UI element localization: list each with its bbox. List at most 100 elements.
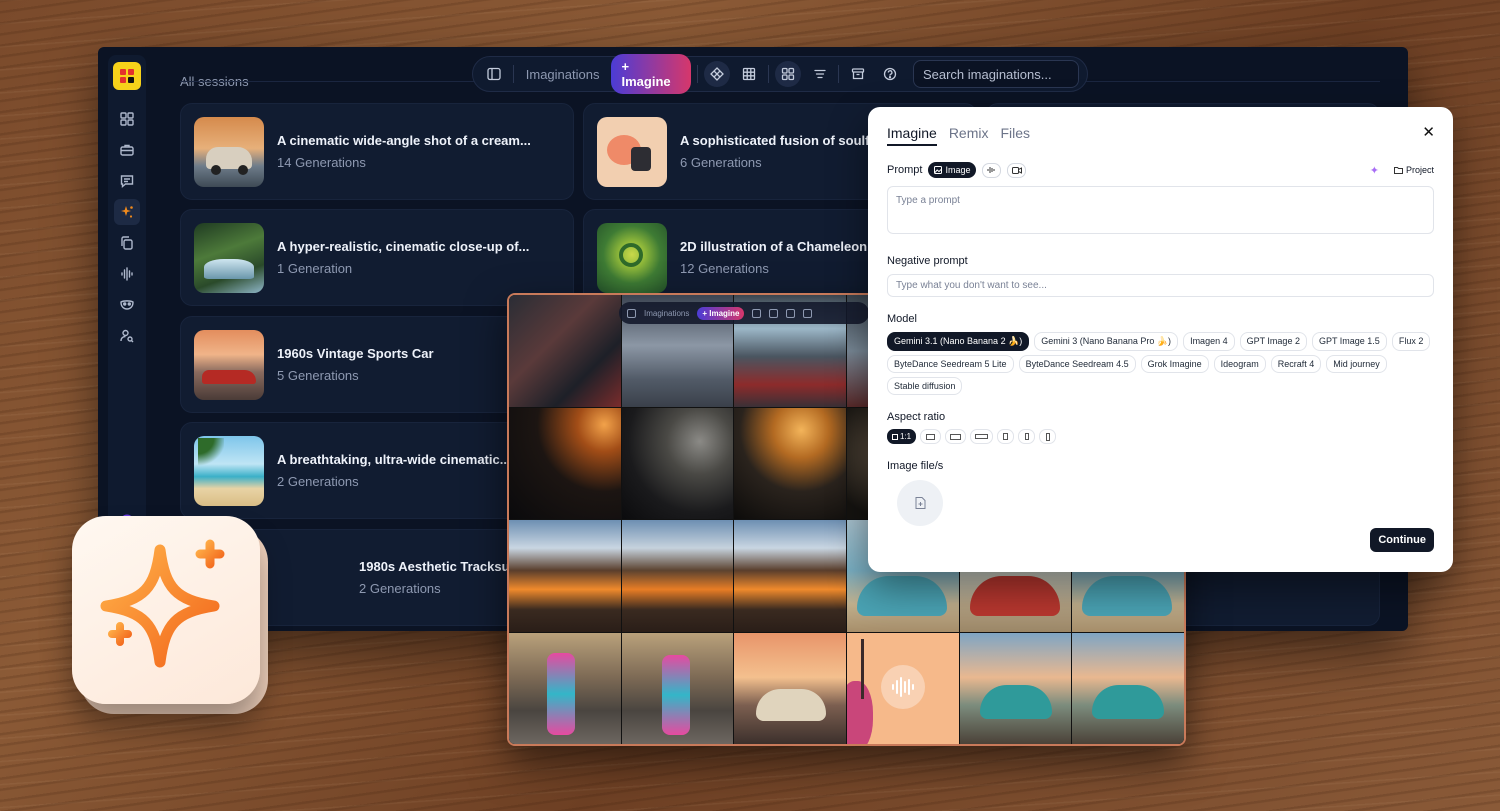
toolbar-divider <box>512 65 514 83</box>
aspect-option-portrait[interactable] <box>997 429 1015 444</box>
sparkle-icon <box>100 539 225 668</box>
session-title: 1980s Aesthetic Tracksuit <box>359 559 518 574</box>
tab-files[interactable]: Files <box>1000 125 1030 146</box>
gallery-image[interactable] <box>509 632 621 744</box>
gallery-image[interactable] <box>621 407 734 519</box>
model-chip[interactable]: ByteDance Seedream 4.5 <box>1018 355 1136 373</box>
model-chip[interactable]: Recraft 4 <box>1270 355 1322 373</box>
gallery-image[interactable] <box>734 632 846 744</box>
gallery-image[interactable] <box>509 520 621 632</box>
toolbar-divider <box>838 65 840 83</box>
tab-imagine[interactable]: Imagine <box>887 125 937 146</box>
imagine-button[interactable]: + Imagine <box>611 54 692 94</box>
search-input[interactable] <box>912 60 1079 88</box>
session-thumbnail <box>597 116 667 187</box>
grid-view-icon[interactable] <box>774 61 801 87</box>
video-mode-button[interactable] <box>1007 162 1027 178</box>
model-chip[interactable]: GPT Image 2 <box>1239 332 1307 351</box>
model-chip[interactable]: ByteDance Seedream 5 Lite <box>887 355 1014 373</box>
grid-view-icon[interactable] <box>786 308 796 318</box>
model-chips: Gemini 3.1 (Nano Banana 2 🍌) Gemini 3 (N… <box>887 332 1435 395</box>
help-icon[interactable] <box>877 61 903 87</box>
briefcase-icon[interactable] <box>114 137 140 163</box>
imaginations-link[interactable]: Imaginations <box>520 67 606 82</box>
prompt-label: Prompt <box>887 164 923 176</box>
app-logo[interactable] <box>113 62 141 90</box>
imagine-dialog: Imagine Remix Files ✕ Prompt Image ✦ Pro… <box>868 107 1453 572</box>
filter-icon[interactable] <box>807 61 833 87</box>
session-title: A breathtaking, ultra-wide cinematic... <box>277 452 511 467</box>
session-count: 6 Generations <box>680 155 762 170</box>
gallery-image[interactable] <box>621 632 734 744</box>
filter-icon[interactable] <box>803 308 813 318</box>
model-chip[interactable]: Imagen 4 <box>1183 332 1235 351</box>
tab-remix[interactable]: Remix <box>949 125 989 146</box>
sidebar-toggle-icon[interactable] <box>481 61 507 87</box>
image-mode-label: Image <box>945 165 971 175</box>
gallery-image[interactable] <box>621 520 734 632</box>
gallery-image[interactable] <box>509 295 621 407</box>
gallery-image[interactable] <box>734 520 846 632</box>
aspect-option-story[interactable] <box>1039 429 1057 444</box>
diamond-grid-icon[interactable] <box>704 61 731 87</box>
toolbar-divider <box>697 65 699 83</box>
model-chip[interactable]: Grok Imagine <box>1140 355 1209 373</box>
audio-wave-icon[interactable] <box>114 261 140 287</box>
image-mode-button[interactable]: Image <box>928 162 977 178</box>
mask-icon[interactable] <box>114 292 140 318</box>
aspect-option-wide[interactable] <box>945 429 967 444</box>
video-icon <box>1011 166 1022 174</box>
gallery-audio-tile[interactable] <box>846 632 959 744</box>
close-icon[interactable]: ✕ <box>1422 123 1435 141</box>
user-search-icon[interactable] <box>114 323 140 349</box>
session-thumbnail <box>194 116 264 187</box>
sidebar-toggle-icon[interactable] <box>627 308 636 318</box>
magic-sparkle-icon[interactable]: ✦ <box>1370 164 1379 177</box>
model-chip[interactable]: Ideogram <box>1213 355 1266 373</box>
aspect-option-landscape[interactable] <box>920 429 942 444</box>
project-button[interactable]: ✦ Project <box>1370 164 1434 177</box>
table-icon[interactable] <box>736 61 762 87</box>
model-chip[interactable]: Gemini 3.1 (Nano Banana 2 🍌) <box>887 332 1030 351</box>
session-count: 2 Generations <box>277 474 359 489</box>
aspect-ratio-options: 1:1 <box>887 429 1434 444</box>
negative-prompt-input[interactable] <box>887 274 1434 297</box>
audio-wave-icon <box>880 664 925 709</box>
square-icon <box>892 433 898 440</box>
model-label: Model <box>887 313 917 325</box>
archive-icon[interactable] <box>845 61 871 87</box>
session-card[interactable]: A cinematic wide-angle shot of a cream..… <box>180 103 574 200</box>
aspect-option-ultrawide[interactable] <box>970 429 994 444</box>
negative-prompt-label: Negative prompt <box>887 255 968 267</box>
imagine-button[interactable]: + Imagine <box>697 306 745 320</box>
session-count: 2 Generations <box>359 581 441 596</box>
model-chip[interactable]: Flux 2 <box>1391 332 1431 351</box>
prompt-input[interactable] <box>887 186 1434 234</box>
sparkle-icon[interactable] <box>114 199 140 225</box>
session-card[interactable]: A hyper-realistic, cinematic close-up of… <box>180 209 574 306</box>
gallery-image[interactable] <box>509 407 621 519</box>
model-chip[interactable]: Stable diffusion <box>887 377 963 395</box>
model-chip[interactable]: Mid journey <box>1326 355 1387 373</box>
project-label: Project <box>1405 165 1434 175</box>
imaginations-link[interactable]: Imaginations <box>644 309 689 318</box>
mini-toolbar: Imaginations + Imagine <box>619 302 869 324</box>
continue-button[interactable]: Continue <box>1370 528 1434 552</box>
aspect-option-1-1[interactable]: 1:1 <box>887 429 917 444</box>
grid-icon[interactable] <box>114 106 140 132</box>
model-chip[interactable]: GPT Image 1.5 <box>1311 332 1387 351</box>
gallery-image[interactable] <box>959 632 1072 744</box>
table-icon[interactable] <box>769 308 779 318</box>
session-count: 14 Generations <box>277 155 366 170</box>
file-upload-button[interactable] <box>897 480 943 526</box>
copy-icon[interactable] <box>114 230 140 256</box>
file-plus-icon <box>915 497 925 509</box>
aspect-option-label: 1:1 <box>900 432 912 441</box>
gallery-image[interactable] <box>734 407 846 519</box>
model-chip[interactable]: Gemini 3 (Nano Banana Pro 🍌) <box>1034 332 1179 351</box>
audio-mode-button[interactable] <box>982 162 1002 178</box>
diamond-grid-icon[interactable] <box>752 308 762 318</box>
gallery-image[interactable] <box>1072 632 1184 744</box>
aspect-option-tall[interactable] <box>1018 429 1036 444</box>
chat-icon[interactable] <box>114 168 140 194</box>
